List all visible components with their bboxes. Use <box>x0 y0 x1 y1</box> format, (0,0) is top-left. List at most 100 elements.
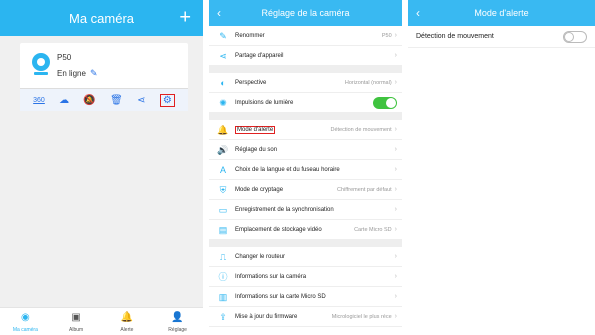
language-icon: A <box>219 164 226 175</box>
sound-icon: 🔊 <box>217 144 229 155</box>
camera-base-icon <box>34 72 48 75</box>
nav-label: Alerte <box>120 327 134 333</box>
settings-item-firmware[interactable]: ⇪ Mise à jour du firmware Micrologiciel … <box>209 307 402 327</box>
settings-item-label: Enregistrement de la synchronisation <box>235 206 334 213</box>
settings-item-label: Renommer <box>235 32 265 39</box>
back-button[interactable]: ‹ <box>217 6 221 20</box>
trash-icon[interactable]: 🗑 <box>110 95 123 106</box>
settings-item-alert-mode[interactable]: 🔔 Mode d'alerte Détection de mouvement › <box>209 120 402 140</box>
nav-label: Album <box>69 327 84 333</box>
settings-list: ✎ Renommer P50 › ⋖ Partage d'appareil › … <box>209 26 402 327</box>
nav-item-alert[interactable]: 🔔 Alerte <box>103 308 151 335</box>
settings-item-perspective[interactable]: ◐ Perspective Horizontal (normal) › <box>209 73 402 93</box>
chevron-right-icon: › <box>394 32 397 39</box>
section-divider <box>209 113 402 120</box>
settings-item-sound[interactable]: 🔊 Réglage du son › <box>209 140 402 160</box>
camera-list-screen: Ma caméra + P50 En ligne ✎ 360 ☁ 🔕 🗑 ⋖ ⚙… <box>0 0 203 335</box>
settings-item-value: Détection de mouvement <box>330 126 392 133</box>
gear-icon[interactable]: ⚙ <box>159 93 175 107</box>
settings-header: ‹ Réglage de la caméra <box>209 0 402 26</box>
bell-icon: 🔔 <box>120 312 134 323</box>
chevron-right-icon: › <box>394 166 397 173</box>
page-title: Ma caméra <box>68 10 135 26</box>
share-icon: ⋖ <box>219 50 227 61</box>
settings-item-label: Emplacement de stockage vidéo <box>235 226 322 233</box>
page-title: Réglage de la caméra <box>261 8 350 18</box>
chevron-right-icon: › <box>394 273 397 280</box>
motion-detection-label: Détection de mouvement <box>416 33 494 40</box>
settings-item-recording-sync[interactable]: ▭ Enregistrement de la synchronisation › <box>209 200 402 220</box>
alarm-off-icon[interactable]: 🔕 <box>83 95 95 106</box>
settings-item-encryption[interactable]: ⛨ Mode de cryptage Chiffrement par défau… <box>209 180 402 200</box>
settings-item-label: Impulsions de lumière <box>235 99 294 106</box>
chevron-right-icon: › <box>394 146 397 153</box>
section-divider <box>209 240 402 247</box>
settings-item-label: Informations sur la caméra <box>235 273 307 280</box>
settings-item-router[interactable]: ⎍ Changer le routeur › <box>209 247 402 267</box>
info-icon: ⓘ <box>218 271 228 282</box>
bottom-nav: ◉ Ma caméra ▣ Album 🔔 Alerte 👤 Réglage <box>0 307 203 335</box>
settings-item-sd-info[interactable]: ▥ Informations sur la carte Micro SD › <box>209 287 402 307</box>
bell-icon: 🔔 <box>217 124 229 135</box>
chevron-right-icon: › <box>394 226 397 233</box>
chevron-right-icon: › <box>394 126 397 133</box>
camera-list-header: Ma caméra + <box>0 0 203 36</box>
camera-card[interactable]: P50 En ligne ✎ 360 ☁ 🔕 🗑 ⋖ ⚙ <box>20 43 188 111</box>
cloud-icon[interactable]: ☁ <box>59 95 69 106</box>
nav-item-my-camera[interactable]: ◉ Ma caméra <box>1 308 49 335</box>
settings-item-label: Choix de la langue et du fuseau horaire <box>235 166 340 173</box>
settings-item-value: P50 <box>381 32 392 39</box>
settings-item-light-pulses: ✺ Impulsions de lumière <box>209 93 402 113</box>
settings-item-value: Micrologiciel le plus réce <box>331 313 392 320</box>
settings-item-label: Perspective <box>235 79 267 86</box>
video-icon: ▭ <box>218 204 228 215</box>
chevron-right-icon: › <box>394 79 397 86</box>
camera-icon: ◉ <box>21 312 30 323</box>
motion-detection-row: Détection de mouvement <box>408 26 595 48</box>
settings-item-label: Mise à jour du firmware <box>235 313 298 320</box>
back-button[interactable]: ‹ <box>416 6 420 20</box>
light-pulses-toggle[interactable] <box>373 96 397 109</box>
alert-mode-screen: ‹ Mode d'alerte Détection de mouvement <box>408 0 595 335</box>
storage-icon: ▤ <box>218 224 228 235</box>
settings-item-label: Changer le routeur <box>235 253 286 260</box>
edit-icon: ✎ <box>219 30 227 41</box>
nav-item-settings[interactable]: 👤 Réglage <box>154 308 202 335</box>
nav-label: Ma caméra <box>12 327 38 333</box>
settings-item-label: Mode de cryptage <box>235 186 284 193</box>
settings-item-language[interactable]: A Choix de la langue et du fuseau horair… <box>209 160 402 180</box>
nav-label: Réglage <box>168 327 187 333</box>
perspective-icon: ◐ <box>220 77 226 88</box>
camera-status: En ligne <box>57 69 86 78</box>
settings-item-label: Mode d'alerte <box>235 125 276 134</box>
nav-item-album[interactable]: ▣ Album <box>52 308 100 335</box>
user-icon: 👤 <box>171 312 184 323</box>
settings-item-label: Informations sur la carte Micro SD <box>235 293 326 300</box>
chevron-right-icon: › <box>394 206 397 213</box>
settings-item-rename[interactable]: ✎ Renommer P50 › <box>209 26 402 46</box>
sd-card-icon: ▥ <box>218 291 228 302</box>
album-icon: ▣ <box>71 312 81 323</box>
alert-mode-header: ‹ Mode d'alerte <box>408 0 595 26</box>
settings-item-value: Chiffrement par défaut <box>337 186 392 193</box>
edit-icon[interactable]: ✎ <box>90 68 98 79</box>
settings-item-camera-info[interactable]: ⓘ Informations sur la caméra › <box>209 267 402 287</box>
camera-settings-screen: ‹ Réglage de la caméra ✎ Renommer P50 › … <box>209 0 402 335</box>
settings-item-value: Carte Micro SD <box>354 226 392 233</box>
camera-icon <box>32 53 50 71</box>
360-view-icon[interactable]: 360 <box>33 97 45 104</box>
share-icon[interactable]: ⋖ <box>137 95 145 106</box>
page-title: Mode d'alerte <box>474 8 529 18</box>
chevron-right-icon: › <box>394 186 397 193</box>
add-camera-button[interactable]: + <box>179 8 191 28</box>
motion-detection-toggle[interactable] <box>563 30 587 43</box>
section-divider <box>209 66 402 73</box>
settings-item-label: Partage d'appareil <box>235 52 284 59</box>
settings-item-storage[interactable]: ▤ Emplacement de stockage vidéo Carte Mi… <box>209 220 402 240</box>
settings-item-share[interactable]: ⋖ Partage d'appareil › <box>209 46 402 66</box>
camera-name: P50 <box>57 53 72 62</box>
chevron-right-icon: › <box>394 52 397 59</box>
chevron-right-icon: › <box>394 293 397 300</box>
chevron-right-icon: › <box>394 313 397 320</box>
shield-icon: ⛨ <box>219 184 227 195</box>
